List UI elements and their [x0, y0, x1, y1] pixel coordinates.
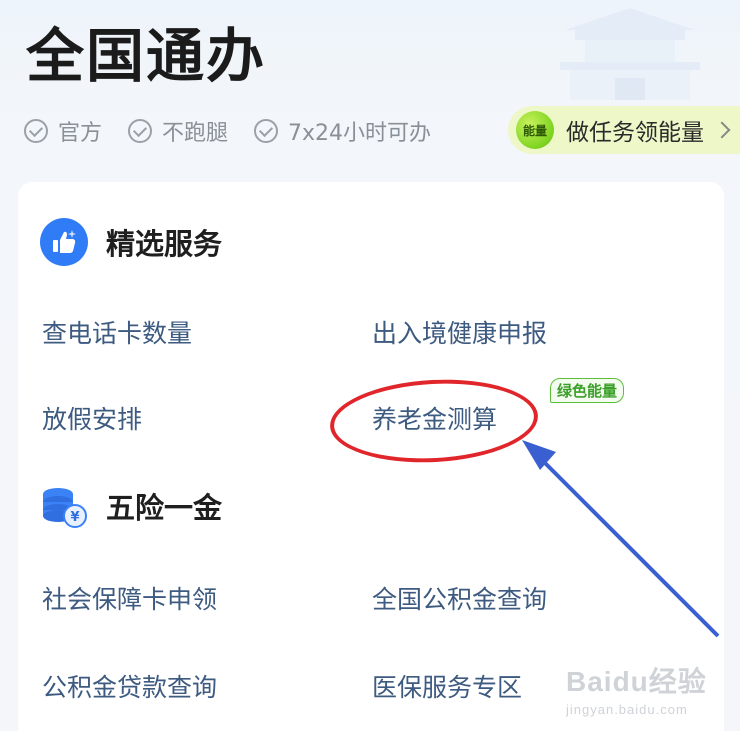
service-housing-fund-query[interactable]: 全国公积金查询: [372, 580, 547, 616]
energy-task-label: 做任务领能量: [566, 120, 704, 146]
tag-label: 官方: [58, 121, 103, 146]
tag-24x7: 7x24小时可办: [254, 115, 431, 147]
service-border-health-declaration[interactable]: 出入境健康申报: [372, 314, 547, 350]
green-energy-badge: 绿色能量: [550, 378, 625, 403]
page-title: 全国通办: [26, 22, 267, 90]
gate-decoration: [560, 8, 700, 100]
chevron-right-icon: [713, 121, 731, 139]
tag-official: 官方: [24, 115, 102, 147]
section-title: 精选服务: [106, 227, 223, 261]
service-holiday-schedule[interactable]: 放假安排: [42, 400, 142, 436]
energy-task-button[interactable]: 能量 做任务领能量: [508, 106, 740, 154]
tag-label: 7x24小时可办: [288, 121, 432, 146]
coins-yuan-icon: ¥: [43, 488, 87, 528]
service-phone-card-count[interactable]: 查电话卡数量: [42, 314, 192, 350]
feature-tags: 官方 不跑腿 7x24小时可办: [24, 114, 457, 148]
watermark-main: Baidu经验: [566, 666, 707, 697]
check-circle-icon: [24, 119, 48, 143]
service-medical-insurance-zone[interactable]: 医保服务专区: [372, 668, 522, 704]
section-insurance-header: ¥ 五险一金: [40, 482, 222, 530]
tag-no-errand: 不跑腿: [128, 115, 228, 147]
tag-label: 不跑腿: [162, 121, 229, 146]
check-circle-icon: [128, 119, 153, 143]
thumbs-up-icon: [40, 218, 88, 266]
baidu-watermark: Baidu经验 jingyan.baidu.com: [566, 660, 736, 722]
svg-text:¥: ¥: [70, 510, 79, 525]
section-featured-header: 精选服务: [40, 218, 222, 266]
energy-badge-icon: 能量: [516, 111, 554, 149]
watermark-sub: jingyan.baidu.com: [566, 702, 688, 717]
check-circle-icon: [254, 119, 279, 143]
service-housing-fund-loan-query[interactable]: 公积金贷款查询: [42, 668, 217, 704]
service-social-security-card[interactable]: 社会保障卡申领: [42, 580, 217, 616]
section-title: 五险一金: [106, 491, 223, 525]
